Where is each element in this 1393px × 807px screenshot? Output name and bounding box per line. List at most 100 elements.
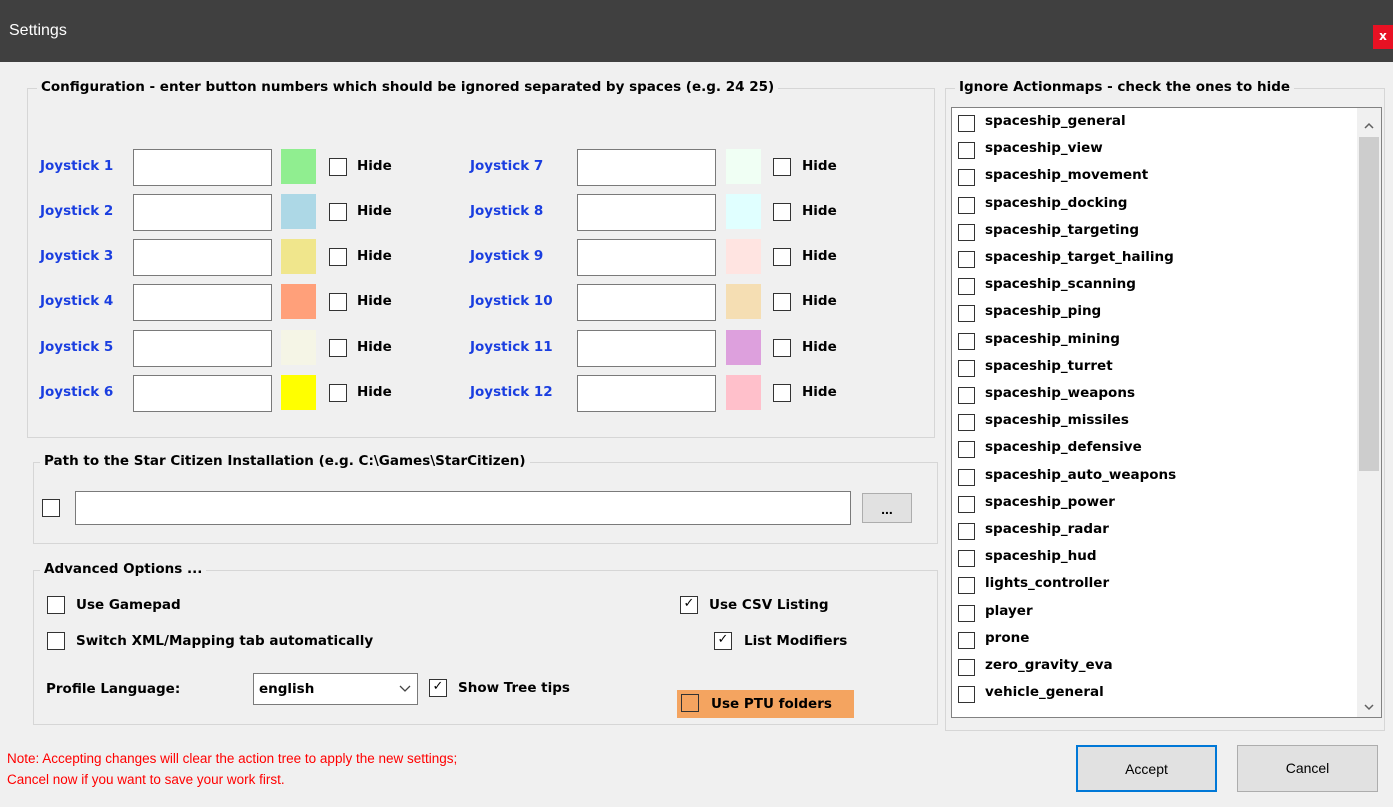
joystick-9-hide-checkbox[interactable] bbox=[773, 248, 791, 266]
actionmap-checkbox[interactable] bbox=[958, 169, 975, 187]
path-legend: Path to the Star Citizen Installation (e… bbox=[40, 453, 530, 469]
list-item[interactable]: spaceship_ping bbox=[958, 300, 1358, 327]
list-item[interactable]: spaceship_auto_weapons bbox=[958, 464, 1358, 491]
list-item[interactable]: spaceship_view bbox=[958, 137, 1358, 164]
joystick-6-input[interactable] bbox=[133, 375, 272, 412]
actionmap-checkbox[interactable] bbox=[958, 495, 975, 513]
joystick-5-hide-checkbox[interactable] bbox=[329, 339, 347, 357]
actionmap-checkbox[interactable] bbox=[958, 278, 975, 296]
list-item[interactable]: zero_gravity_eva bbox=[958, 654, 1358, 681]
joystick-7-input[interactable] bbox=[577, 149, 716, 186]
joystick-8-color-swatch[interactable] bbox=[726, 194, 761, 229]
actionmap-checkbox[interactable] bbox=[958, 604, 975, 622]
joystick-8-input[interactable] bbox=[577, 194, 716, 231]
browse-button[interactable]: ... bbox=[862, 493, 912, 523]
actionmap-checkbox[interactable] bbox=[958, 251, 975, 268]
joystick-12-hide-checkbox[interactable] bbox=[773, 384, 791, 402]
actionmap-checkbox[interactable] bbox=[958, 550, 975, 568]
list-item[interactable]: spaceship_mining bbox=[958, 328, 1358, 355]
accept-button[interactable]: Accept bbox=[1076, 745, 1217, 792]
joystick-12-color-swatch[interactable] bbox=[726, 375, 761, 410]
actionmaps-list[interactable]: spaceship_general spaceship_view spaceship… bbox=[951, 107, 1382, 718]
use-ptu-checkbox[interactable] bbox=[681, 694, 699, 712]
actionmap-checkbox[interactable] bbox=[958, 468, 975, 486]
joystick-10-color-swatch[interactable] bbox=[726, 284, 761, 319]
actionmap-checkbox[interactable] bbox=[958, 387, 975, 404]
actionmap-checkbox[interactable] bbox=[958, 441, 975, 459]
joystick-11-color-swatch[interactable] bbox=[726, 330, 761, 365]
joystick-7-color-swatch[interactable] bbox=[726, 149, 761, 184]
joystick-2-color-swatch[interactable] bbox=[281, 194, 316, 229]
cancel-button[interactable]: Cancel bbox=[1237, 745, 1378, 792]
actionmap-checkbox[interactable] bbox=[958, 332, 975, 350]
joystick-5-color-swatch[interactable] bbox=[281, 330, 316, 365]
joystick-1-color-swatch[interactable] bbox=[281, 149, 316, 184]
list-item[interactable]: spaceship_movement bbox=[958, 164, 1358, 191]
list-item[interactable]: spaceship_scanning bbox=[958, 273, 1358, 300]
list-item[interactable]: spaceship_power bbox=[958, 491, 1358, 518]
joystick-3-hide-checkbox[interactable] bbox=[329, 248, 347, 266]
list-item[interactable]: spaceship_general bbox=[958, 110, 1358, 137]
actionmap-checkbox[interactable] bbox=[958, 142, 975, 160]
joystick-10-hide-checkbox[interactable] bbox=[773, 293, 791, 311]
list-item[interactable]: spaceship_missiles bbox=[958, 409, 1358, 436]
joystick-2-input[interactable] bbox=[133, 194, 272, 231]
joystick-1-input[interactable] bbox=[133, 149, 272, 186]
actionmap-checkbox[interactable] bbox=[958, 359, 975, 377]
joystick-11-hide-checkbox[interactable] bbox=[773, 339, 791, 357]
joystick-12-input[interactable] bbox=[577, 375, 716, 412]
list-item[interactable]: spaceship_defensive bbox=[958, 436, 1358, 463]
joystick-3-input[interactable] bbox=[133, 239, 272, 276]
show-tree-tips-checkbox[interactable]: ✓ bbox=[429, 679, 447, 697]
scrollbar[interactable] bbox=[1357, 108, 1381, 717]
actionmap-checkbox[interactable] bbox=[958, 686, 975, 704]
actionmap-checkbox[interactable] bbox=[958, 577, 975, 595]
joystick-7-hide-checkbox[interactable] bbox=[773, 158, 791, 176]
close-button[interactable]: x bbox=[1373, 25, 1393, 49]
joystick-5-input[interactable] bbox=[133, 330, 272, 367]
joystick-4-input[interactable] bbox=[133, 284, 272, 321]
path-checkbox[interactable] bbox=[42, 499, 60, 517]
list-item[interactable]: spaceship_turret bbox=[958, 355, 1358, 382]
list-item[interactable]: player bbox=[958, 600, 1358, 627]
actionmap-checkbox[interactable] bbox=[958, 305, 975, 323]
joystick-2-hide-checkbox[interactable] bbox=[329, 203, 347, 221]
joystick-8-hide-checkbox[interactable] bbox=[773, 203, 791, 221]
actionmap-checkbox[interactable] bbox=[958, 115, 975, 132]
actionmap-checkbox[interactable] bbox=[958, 414, 975, 432]
joystick-1-hide-checkbox[interactable] bbox=[329, 158, 347, 176]
list-modifiers-checkbox[interactable]: ✓ bbox=[714, 632, 732, 650]
list-item[interactable]: lights_controller bbox=[958, 572, 1358, 599]
actionmap-checkbox[interactable] bbox=[958, 659, 975, 676]
list-item[interactable]: spaceship_docking bbox=[958, 192, 1358, 219]
list-item[interactable]: spaceship_weapons bbox=[958, 382, 1358, 409]
scroll-up-icon[interactable] bbox=[1363, 116, 1375, 135]
actionmap-checkbox[interactable] bbox=[958, 223, 975, 241]
joystick-5-label: Joystick 5 bbox=[40, 339, 114, 355]
list-item[interactable]: spaceship_target_hailing bbox=[958, 246, 1358, 273]
list-item[interactable]: spaceship_targeting bbox=[958, 219, 1358, 246]
use-gamepad-checkbox[interactable] bbox=[47, 596, 65, 614]
switch-xml-checkbox[interactable] bbox=[47, 632, 65, 650]
profile-language-select[interactable]: english bbox=[253, 673, 418, 705]
joystick-6-hide-checkbox[interactable] bbox=[329, 384, 347, 402]
list-item[interactable]: spaceship_hud bbox=[958, 545, 1358, 572]
list-item[interactable]: prone bbox=[958, 627, 1358, 654]
actionmap-checkbox[interactable] bbox=[958, 523, 975, 540]
joystick-11-input[interactable] bbox=[577, 330, 716, 367]
joystick-10-input[interactable] bbox=[577, 284, 716, 321]
joystick-3-color-swatch[interactable] bbox=[281, 239, 316, 274]
scrollbar-thumb[interactable] bbox=[1359, 137, 1379, 471]
joystick-9-input[interactable] bbox=[577, 239, 716, 276]
list-item[interactable]: vehicle_general bbox=[958, 681, 1358, 708]
actionmap-checkbox[interactable] bbox=[958, 196, 975, 214]
path-input[interactable] bbox=[75, 491, 851, 525]
joystick-4-color-swatch[interactable] bbox=[281, 284, 316, 319]
joystick-6-color-swatch[interactable] bbox=[281, 375, 316, 410]
scroll-down-icon[interactable] bbox=[1363, 697, 1375, 716]
joystick-9-color-swatch[interactable] bbox=[726, 239, 761, 274]
list-item[interactable]: spaceship_radar bbox=[958, 518, 1358, 545]
use-csv-checkbox[interactable]: ✓ bbox=[680, 596, 698, 614]
actionmap-checkbox[interactable] bbox=[958, 631, 975, 649]
joystick-4-hide-checkbox[interactable] bbox=[329, 293, 347, 311]
